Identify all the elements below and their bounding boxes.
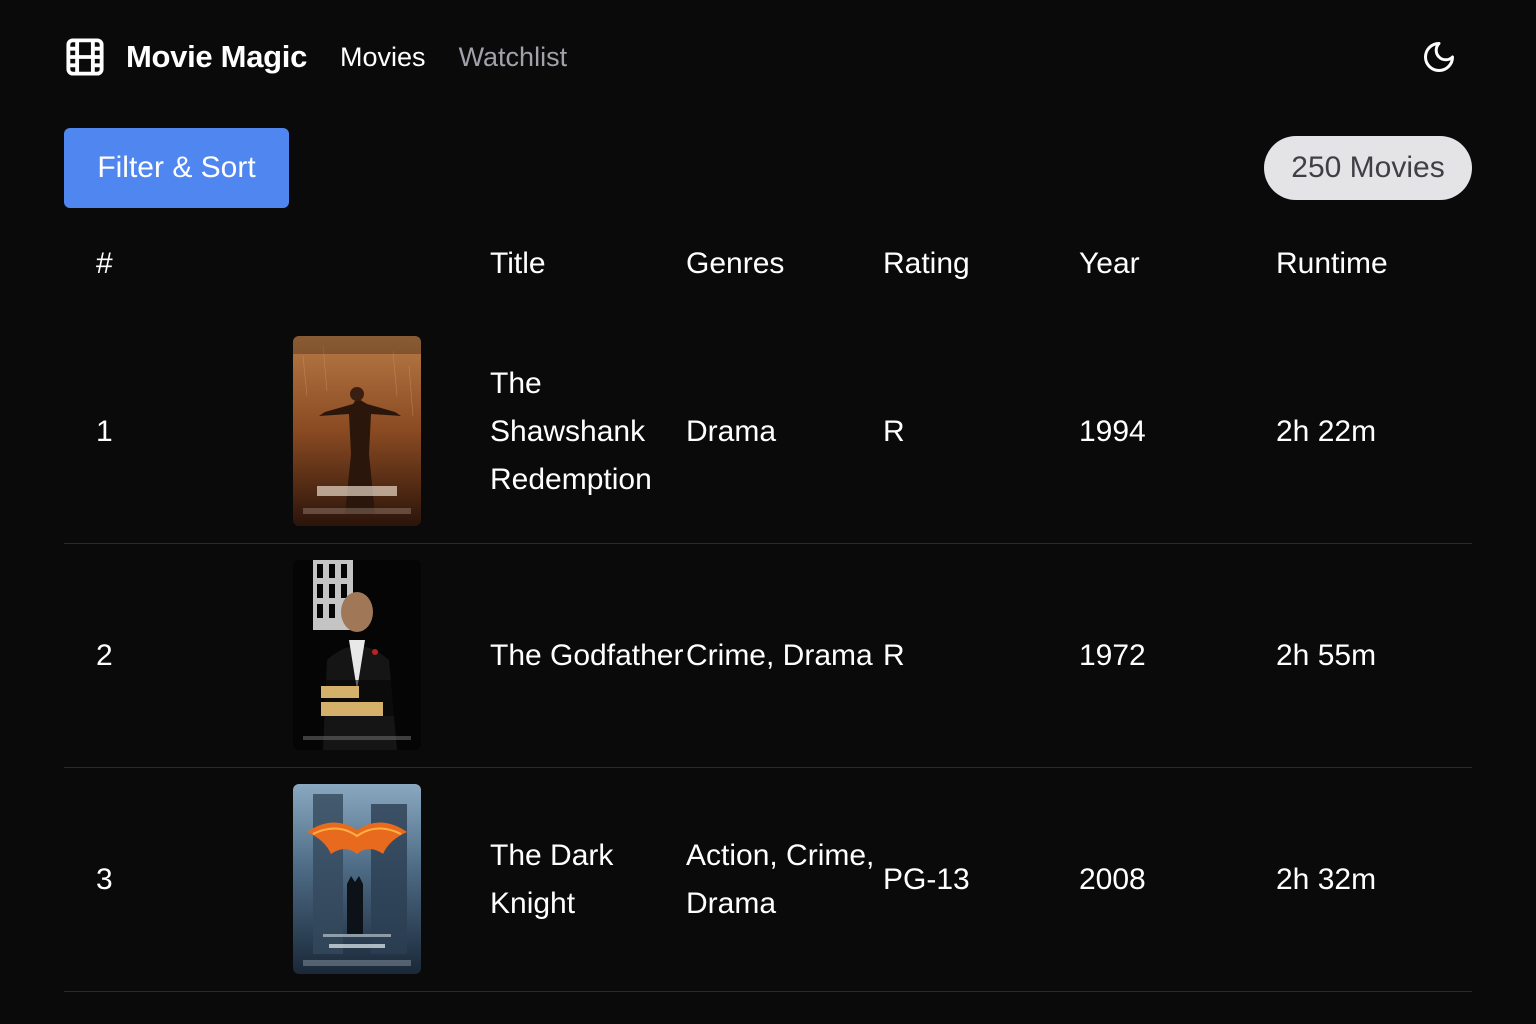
nav-watchlist-link[interactable]: Watchlist: [459, 42, 568, 73]
row-runtime: 2h 22m: [1276, 414, 1377, 448]
row-rank: 1: [96, 414, 113, 448]
column-header-rank[interactable]: #: [96, 240, 113, 288]
row-rank: 2: [96, 638, 113, 672]
table-row[interactable]: 3 The Dark Knight Action, Crime, Drama P…: [64, 768, 1472, 992]
row-genres: Drama: [686, 414, 777, 448]
movie-poster[interactable]: [293, 784, 421, 974]
column-header-rating[interactable]: Rating: [883, 240, 970, 288]
filter-sort-button[interactable]: Filter & Sort: [64, 128, 289, 208]
movie-poster[interactable]: [293, 560, 421, 750]
column-header-genres[interactable]: Genres: [686, 240, 882, 288]
row-year: 1972: [1079, 638, 1146, 672]
row-runtime: 2h 55m: [1276, 638, 1377, 672]
moon-icon[interactable]: [1420, 38, 1458, 76]
table-row[interactable]: 1 The Shawshank Redemption Drama R 1994 …: [64, 320, 1472, 544]
movie-poster[interactable]: [293, 336, 421, 526]
brand-title[interactable]: Movie Magic: [126, 39, 307, 75]
table-row[interactable]: 2 The Godfather Crime, Drama R 1972 2h 5…: [64, 544, 1472, 768]
row-runtime: 2h 32m: [1276, 862, 1377, 896]
row-year: 2008: [1079, 862, 1146, 896]
row-year: 1994: [1079, 414, 1146, 448]
nav-movies-link[interactable]: Movies: [340, 42, 426, 73]
row-rank: 3: [96, 862, 113, 896]
movie-count-badge: 250 Movies: [1264, 136, 1472, 200]
movies-table: # Title Genres Rating Year Runtime 1 The…: [64, 228, 1472, 992]
row-title[interactable]: The Godfather: [490, 632, 686, 680]
row-genres: Crime, Drama: [686, 638, 873, 672]
table-header: # Title Genres Rating Year Runtime: [64, 228, 1472, 320]
row-rating: R: [883, 414, 905, 448]
column-header-title[interactable]: Title: [490, 240, 686, 288]
row-rating: R: [883, 638, 905, 672]
app-root: Movie Magic Movies Watchlist Filter & So…: [0, 0, 1536, 1024]
row-rating: PG-13: [883, 862, 970, 896]
row-genres: Action, Crime, Drama: [686, 838, 875, 920]
column-header-runtime[interactable]: Runtime: [1276, 240, 1388, 288]
column-header-year[interactable]: Year: [1079, 240, 1140, 288]
row-title[interactable]: The Shawshank Redemption: [490, 360, 686, 504]
film-icon[interactable]: [64, 36, 106, 78]
top-nav: Movie Magic Movies Watchlist: [64, 30, 1472, 84]
row-title[interactable]: The Dark Knight: [490, 832, 686, 928]
